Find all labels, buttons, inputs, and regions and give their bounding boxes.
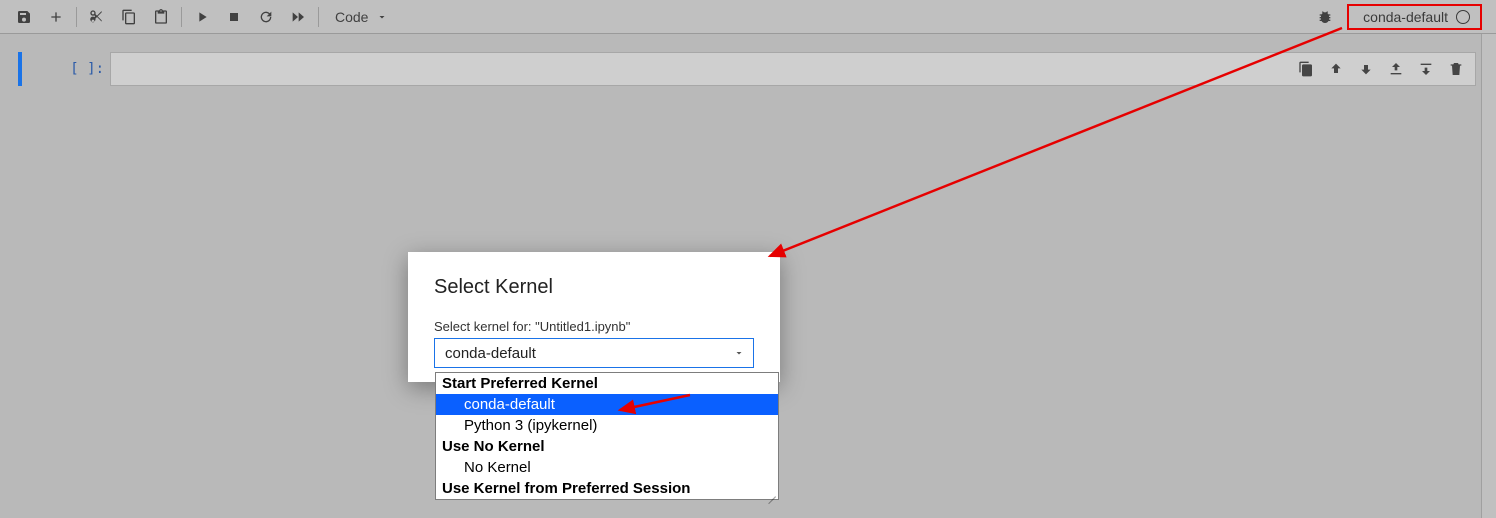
- dropdown-group-header: Use Kernel from Preferred Session: [436, 478, 778, 499]
- restart-button[interactable]: [252, 3, 280, 31]
- dialog-title: Select Kernel: [434, 276, 754, 299]
- stop-button[interactable]: [220, 3, 248, 31]
- cell-type-label: Code: [335, 9, 368, 25]
- cell-prompt: [ ]:: [62, 52, 110, 86]
- dropdown-group-header: Use No Kernel: [436, 436, 778, 457]
- dropdown-item-conda-default[interactable]: conda-default: [436, 394, 778, 415]
- cell-toolbar: [1292, 56, 1470, 82]
- scrollbar-gutter[interactable]: [1481, 34, 1496, 518]
- delete-cell-button[interactable]: [1442, 56, 1470, 82]
- chevron-down-icon: [376, 11, 388, 23]
- select-kernel-dialog: Select Kernel Select kernel for: "Untitl…: [408, 252, 780, 382]
- move-cell-up-button[interactable]: [1322, 56, 1350, 82]
- kernel-select[interactable]: conda-default: [434, 338, 754, 368]
- dropdown-item-no-kernel[interactable]: No Kernel: [436, 457, 778, 478]
- cell-type-select[interactable]: Code: [325, 3, 398, 31]
- move-cell-down-button[interactable]: [1352, 56, 1380, 82]
- notebook-toolbar: Code conda-default: [0, 0, 1496, 34]
- kernel-name: conda-default: [1363, 9, 1448, 25]
- run-button[interactable]: [188, 3, 216, 31]
- toolbar-right: conda-default: [1311, 3, 1486, 31]
- toolbar-separator: [76, 7, 77, 27]
- save-button[interactable]: [10, 3, 38, 31]
- duplicate-cell-button[interactable]: [1292, 56, 1320, 82]
- cell-active-indicator: [18, 52, 22, 86]
- kernel-dropdown: Start Preferred Kernel conda-default Pyt…: [435, 372, 779, 500]
- toolbar-separator: [318, 7, 319, 27]
- cut-button[interactable]: [83, 3, 111, 31]
- copy-button[interactable]: [115, 3, 143, 31]
- debugger-icon[interactable]: [1311, 3, 1339, 31]
- resize-handle-icon[interactable]: [766, 487, 776, 497]
- chevron-down-icon: [733, 347, 745, 359]
- cell-input-area[interactable]: [110, 52, 1476, 86]
- dropdown-item-python3[interactable]: Python 3 (ipykernel): [436, 415, 778, 436]
- insert-cell-button[interactable]: [42, 3, 70, 31]
- code-cell[interactable]: [ ]:: [18, 52, 1476, 86]
- paste-button[interactable]: [147, 3, 175, 31]
- insert-cell-below-button[interactable]: [1412, 56, 1440, 82]
- dropdown-group-header: Start Preferred Kernel: [436, 373, 778, 394]
- dialog-label: Select kernel for: "Untitled1.ipynb": [434, 319, 754, 334]
- insert-cell-above-button[interactable]: [1382, 56, 1410, 82]
- kernel-select-value: conda-default: [445, 345, 536, 362]
- restart-run-all-button[interactable]: [284, 3, 312, 31]
- kernel-status-icon: [1456, 10, 1470, 24]
- toolbar-separator: [181, 7, 182, 27]
- kernel-indicator[interactable]: conda-default: [1347, 4, 1482, 30]
